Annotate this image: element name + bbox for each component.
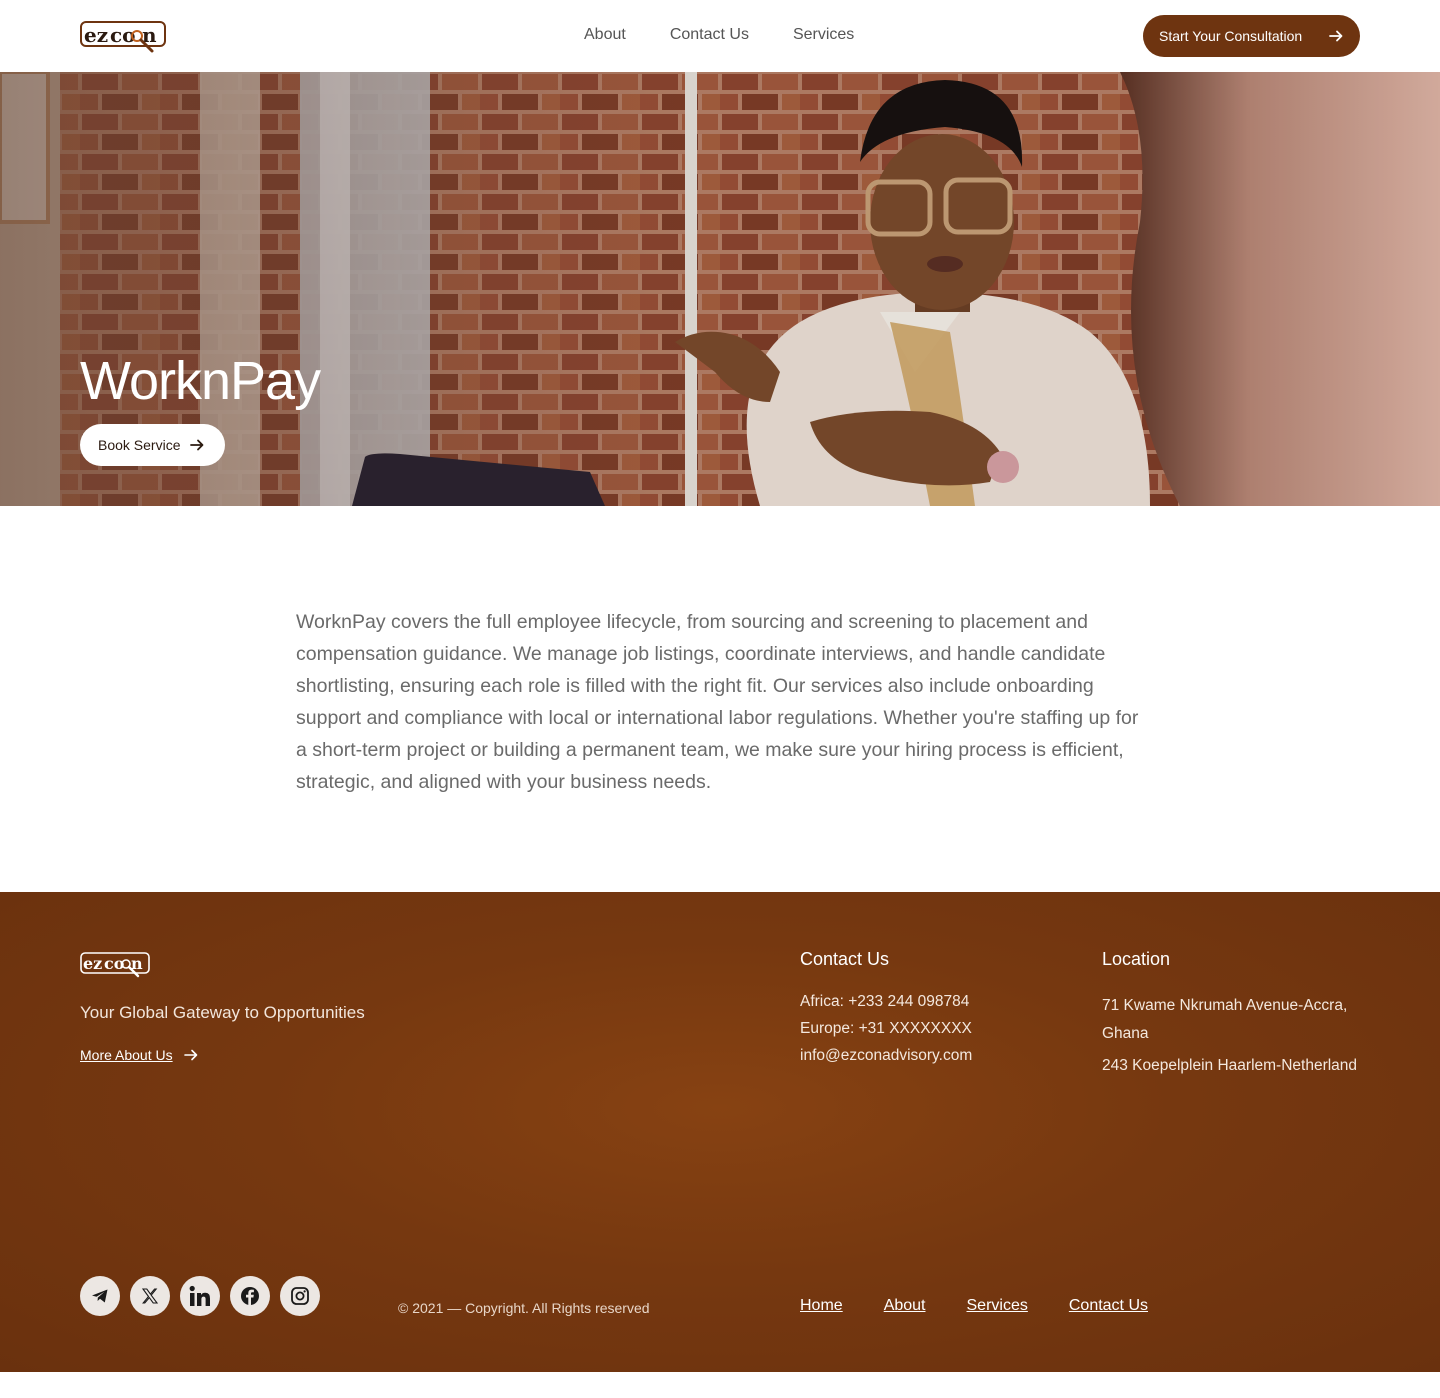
arrow-right-icon xyxy=(1329,30,1343,42)
book-service-button[interactable]: Book Service xyxy=(80,424,225,466)
book-service-label: Book Service xyxy=(98,437,181,453)
start-consultation-button[interactable]: Start Your Consultation xyxy=(1143,15,1360,57)
footer-link-home[interactable]: Home xyxy=(800,1297,843,1315)
nav-services[interactable]: Services xyxy=(793,26,854,44)
linkedin-icon[interactable] xyxy=(180,1276,220,1316)
address-accra: 71 Kwame Nkrumah Avenue-Accra, Ghana xyxy=(1102,997,1348,1042)
footer-link-about[interactable]: About xyxy=(884,1297,926,1315)
service-description: WorknPay covers the full employee lifecy… xyxy=(296,611,1139,793)
svg-text:ez: ez xyxy=(84,23,108,47)
site-header: ez co n About Contact Us Services Start … xyxy=(0,0,1440,72)
contact-details: Africa: +233 244 098784 Europe: +31 XXXX… xyxy=(800,988,972,1069)
address-haarlem: 243 Koepelplein Haarlem-Netherland xyxy=(1102,1057,1358,1074)
ezcon-logo[interactable]: ez co n xyxy=(80,18,166,54)
phone-africa[interactable]: Africa: +233 244 098784 xyxy=(800,988,972,1015)
instagram-icon[interactable] xyxy=(280,1276,320,1316)
footer-nav: Home About Services Contact Us xyxy=(800,1297,1148,1315)
arrow-right-icon xyxy=(190,439,204,451)
main-nav: About Contact Us Services xyxy=(584,26,854,44)
footer-link-contact-us[interactable]: Contact Us xyxy=(1069,1297,1148,1315)
footer-link-services[interactable]: Services xyxy=(967,1297,1028,1315)
contact-email[interactable]: info@ezconadvisory.com xyxy=(800,1042,972,1069)
hero-banner: WorknPay Book Service xyxy=(0,72,1440,506)
nav-contact-us[interactable]: Contact Us xyxy=(670,26,749,44)
x-icon[interactable] xyxy=(130,1276,170,1316)
footer-tagline: Your Global Gateway to Opportunities xyxy=(80,1003,365,1022)
phone-europe[interactable]: Europe: +31 XXXXXXXX xyxy=(800,1015,972,1042)
telegram-icon[interactable] xyxy=(80,1276,120,1316)
hero-title: WorknPay xyxy=(80,351,321,411)
ezcon-footer-logo[interactable]: ez co n xyxy=(80,950,150,978)
contact-heading: Contact Us xyxy=(800,949,890,969)
location-heading: Location xyxy=(1102,949,1171,969)
more-about-us-label: More About Us xyxy=(80,1047,173,1063)
site-footer: ez co n Your Global Gateway to Opportuni… xyxy=(0,892,1440,1372)
more-about-us-link[interactable]: More About Us xyxy=(80,1047,199,1063)
nav-about[interactable]: About xyxy=(584,26,626,44)
social-links xyxy=(80,1276,320,1316)
arrow-right-icon xyxy=(183,1049,197,1061)
svg-text:ez: ez xyxy=(83,954,102,973)
copyright-text: © 2021 — Copyright. All Rights reserved xyxy=(398,1300,650,1316)
facebook-icon[interactable] xyxy=(230,1276,270,1316)
start-consultation-label: Start Your Consultation xyxy=(1159,28,1303,44)
